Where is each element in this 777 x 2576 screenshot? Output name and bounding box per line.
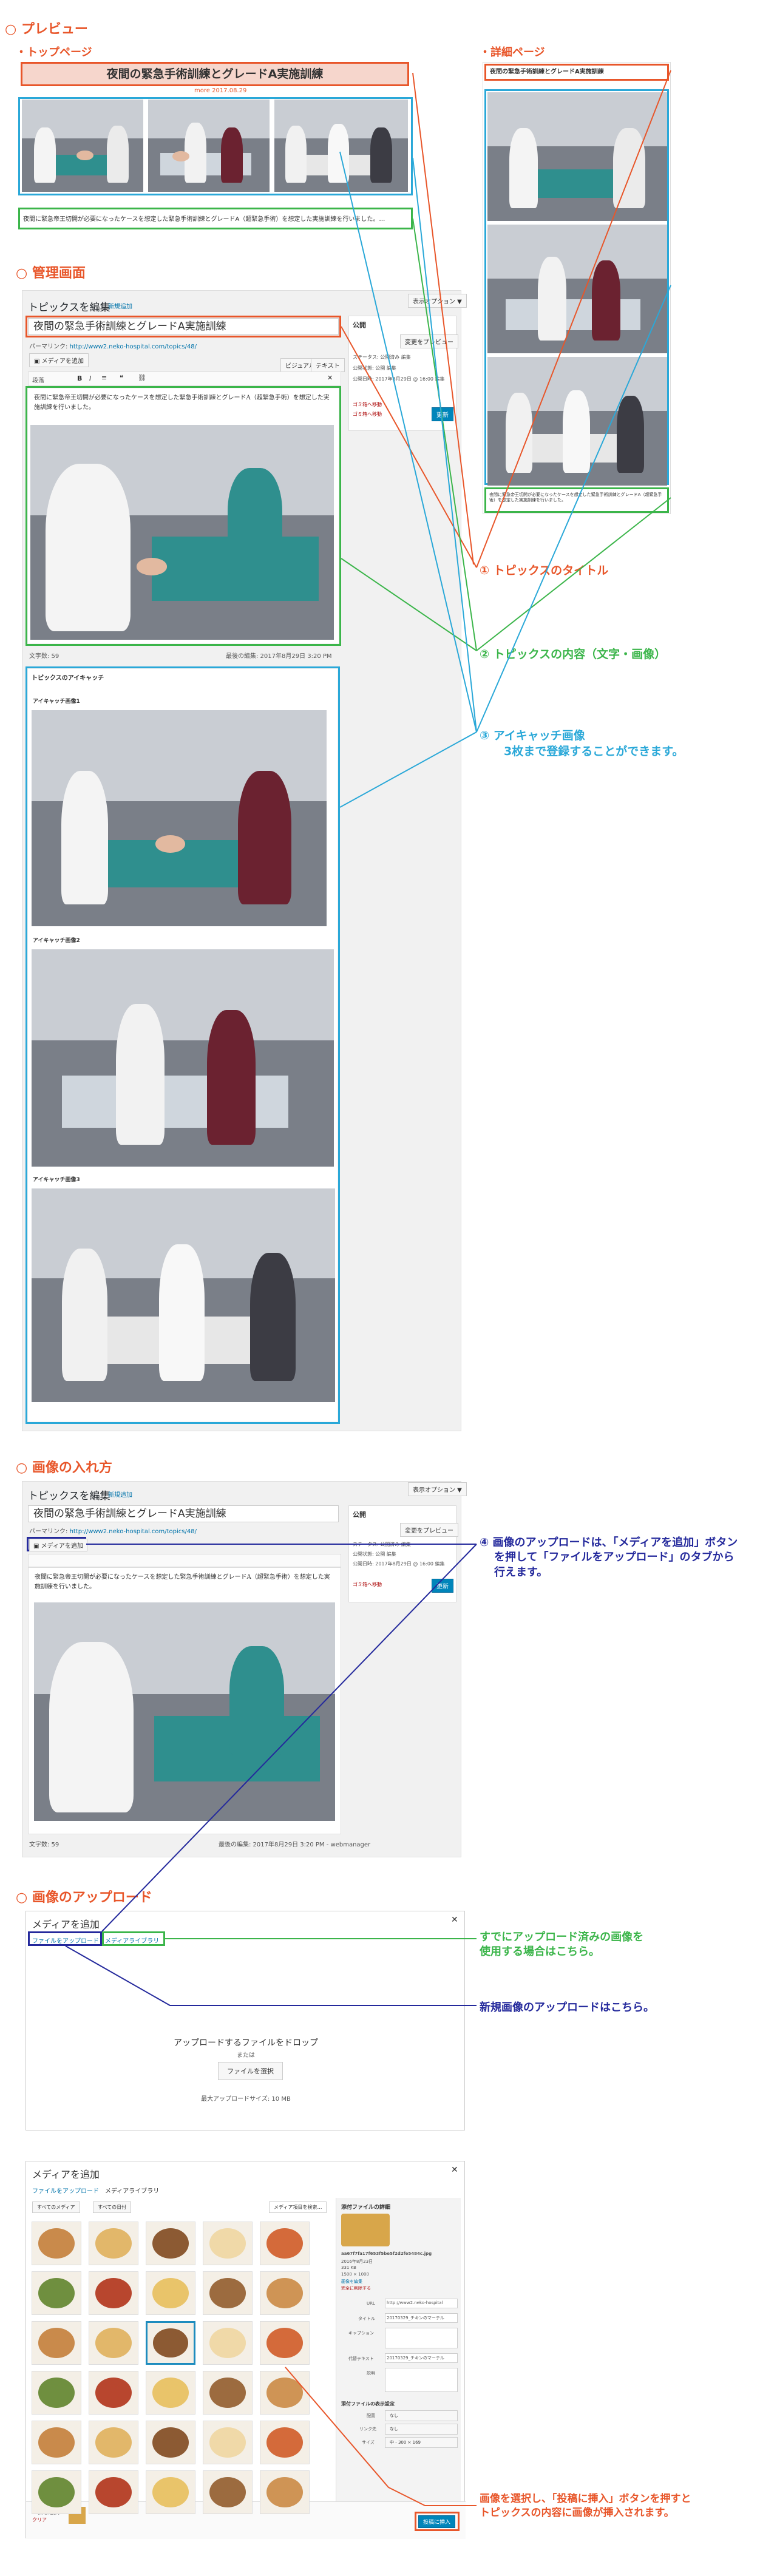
line-insert — [285, 2367, 477, 2506]
line-title-1 — [412, 72, 474, 565]
line-content-2 — [476, 497, 671, 651]
line-content-3 — [341, 558, 477, 651]
line-featured-1 — [339, 151, 477, 733]
line-title-2 — [476, 70, 671, 568]
line-content-1 — [412, 218, 477, 651]
line-featured-2 — [412, 157, 477, 733]
line-addmedia-2 — [101, 1544, 477, 1932]
line-upload — [65, 1945, 477, 2006]
connector-lines — [65, 70, 671, 2506]
line-featured-4 — [339, 731, 477, 808]
line-featured-3 — [476, 285, 671, 733]
